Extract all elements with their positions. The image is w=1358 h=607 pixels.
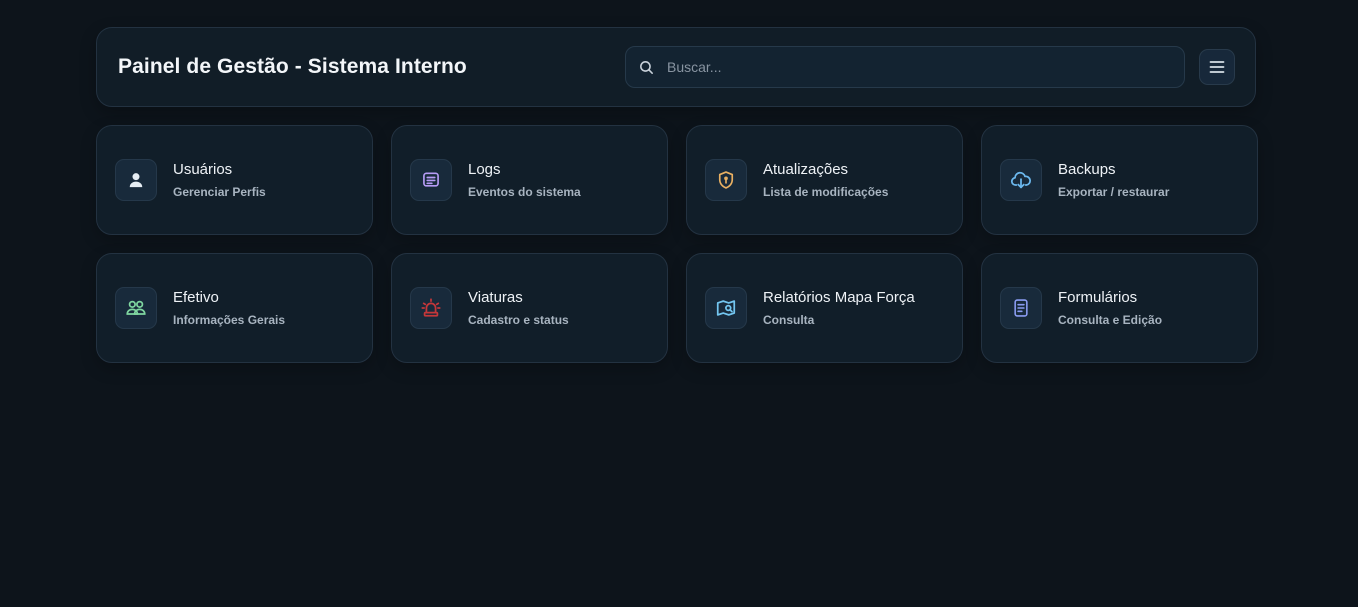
card-relatorios-mapa-forca[interactable]: Relatórios Mapa Força Consulta [686, 253, 963, 363]
module-grid: Usuários Gerenciar Perfis Logs Eventos d… [96, 125, 1258, 363]
map-report-icon [716, 300, 736, 316]
card-viaturas[interactable]: Viaturas Cadastro e status [391, 253, 668, 363]
card-title: Efetivo [173, 289, 219, 306]
siren-icon [421, 298, 441, 317]
card-subtitle: Cadastro e status [468, 313, 569, 327]
card-logs[interactable]: Logs Eventos do sistema [391, 125, 668, 235]
card-title: Usuários [173, 161, 233, 178]
card-icon-box [410, 159, 452, 201]
top-header: Painel de Gestão - Sistema Interno [96, 27, 1256, 107]
card-subtitle: Exportar / restaurar [1058, 185, 1170, 199]
card-icon-box [410, 287, 452, 329]
card-subtitle: Consulta [763, 313, 815, 327]
page-title: Painel de Gestão - Sistema Interno [118, 55, 467, 78]
card-icon-box [705, 159, 747, 201]
shield-icon [718, 171, 734, 189]
user-icon [129, 173, 143, 188]
people-icon [126, 300, 146, 315]
hamburger-menu-icon [1209, 61, 1225, 73]
card-title: Logs [468, 161, 501, 178]
card-subtitle: Informações Gerais [173, 313, 286, 327]
document-icon [1014, 299, 1028, 317]
card-icon-box [1000, 287, 1042, 329]
card-title: Formulários [1058, 289, 1138, 306]
search-input[interactable] [665, 58, 1172, 76]
card-subtitle: Gerenciar Perfis [173, 185, 266, 199]
card-title: Backups [1058, 161, 1116, 178]
card-efetivo[interactable]: Efetivo Informações Gerais [96, 253, 373, 363]
card-icon-box [705, 287, 747, 329]
card-title: Relatórios Mapa Força [763, 289, 915, 306]
card-title: Atualizações [763, 161, 849, 178]
cloud-download-icon [1010, 171, 1031, 189]
card-backups[interactable]: Backups Exportar / restaurar [981, 125, 1258, 235]
card-subtitle: Eventos do sistema [468, 185, 581, 199]
card-icon-box [115, 287, 157, 329]
card-usuarios[interactable]: Usuários Gerenciar Perfis [96, 125, 373, 235]
card-subtitle: Lista de modificações [763, 185, 889, 199]
dashboard: Painel de Gestão - Sistema Interno Busca… [96, 27, 1258, 363]
menu-button[interactable] [1199, 49, 1235, 85]
card-icon-box [1000, 159, 1042, 201]
card-title: Viaturas [468, 289, 523, 306]
card-formularios[interactable]: Formulários Consulta e Edição [981, 253, 1258, 363]
card-subtitle: Consulta e Edição [1058, 313, 1163, 327]
search-bar[interactable] [625, 46, 1185, 88]
search-icon [640, 60, 653, 74]
card-atualizacoes[interactable]: Atualizações Lista de modificações [686, 125, 963, 235]
log-list-icon [423, 172, 439, 187]
card-icon-box [115, 159, 157, 201]
